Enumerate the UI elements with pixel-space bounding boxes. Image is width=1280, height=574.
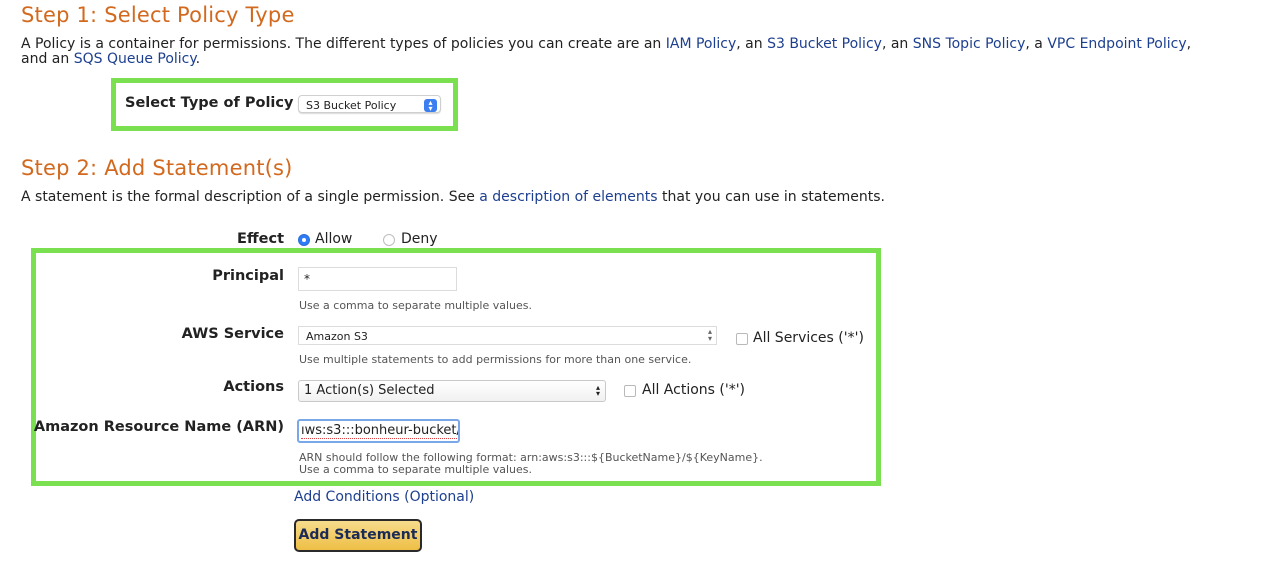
elements-description-link[interactable]: a description of elements	[479, 189, 657, 205]
aws-service-value: Amazon S3	[306, 330, 368, 343]
principal-input[interactable]: *	[298, 267, 457, 291]
sns-topic-policy-link[interactable]: SNS Topic Policy	[913, 36, 1026, 52]
aws-service-select[interactable]: Amazon S3 ▴ ▾	[298, 326, 717, 345]
step1-description: A Policy is a container for permissions.…	[21, 37, 1261, 67]
effect-deny-label[interactable]: Deny	[401, 231, 438, 247]
step2-desc-text: A statement is the formal description of…	[21, 189, 480, 205]
add-statement-button[interactable]: Add Statement	[294, 519, 422, 552]
step1-desc-text: , an	[736, 36, 768, 52]
s3-bucket-policy-link[interactable]: S3 Bucket Policy	[767, 36, 882, 52]
actions-label: Actions	[223, 379, 284, 395]
iam-policy-link[interactable]: IAM Policy	[666, 36, 737, 52]
vpc-endpoint-policy-link[interactable]: VPC Endpoint Policy	[1047, 36, 1186, 52]
arn-input[interactable]: ıws:s3:::bonheur-bucket/*	[297, 419, 460, 443]
step1-desc-text: A Policy is a container for permissions.…	[21, 36, 666, 52]
step1-title: Step 1: Select Policy Type	[21, 3, 295, 27]
step1-desc-text: , a	[1025, 36, 1048, 52]
all-services-label[interactable]: All Services ('*')	[753, 330, 864, 346]
effect-allow-radio[interactable]	[298, 234, 310, 246]
actions-select[interactable]: 1 Action(s) Selected ▴ ▾	[298, 380, 606, 402]
step2-description: A statement is the formal description of…	[21, 190, 885, 205]
arn-label: Amazon Resource Name (ARN)	[33, 419, 284, 435]
policy-type-select[interactable]: S3 Bucket Policy ▴ ▾	[298, 95, 441, 113]
step2-title: Step 2: Add Statement(s)	[21, 156, 293, 180]
actions-value: 1 Action(s) Selected	[304, 383, 435, 398]
effect-deny-radio[interactable]	[383, 234, 395, 246]
select-arrows-icon: ▴ ▾	[424, 99, 437, 113]
all-services-checkbox[interactable]	[736, 333, 748, 345]
arn-hint-line2: Use a comma to separate multiple values.	[299, 463, 533, 476]
select-arrows-icon: ▴ ▾	[595, 383, 600, 398]
select-arrows-icon: ▴ ▾	[707, 327, 712, 343]
aws-service-hint: Use multiple statements to add permissio…	[299, 353, 692, 366]
policy-type-value: S3 Bucket Policy	[306, 99, 397, 112]
add-conditions-link[interactable]: Add Conditions (Optional)	[294, 489, 474, 505]
policy-type-label: Select Type of Policy	[125, 95, 294, 111]
effect-allow-label[interactable]: Allow	[315, 231, 352, 247]
step1-desc-line2: and an SQS Queue Policy.	[21, 52, 1261, 67]
step1-desc-text: .	[195, 51, 201, 67]
principal-label: Principal	[212, 268, 284, 284]
step1-desc-line1: A Policy is a container for permissions.…	[21, 37, 1261, 52]
sqs-queue-policy-link[interactable]: SQS Queue Policy	[74, 51, 196, 67]
effect-label: Effect	[236, 231, 284, 247]
all-actions-label[interactable]: All Actions ('*')	[642, 382, 745, 398]
aws-service-label: AWS Service	[181, 326, 284, 342]
all-actions-checkbox[interactable]	[624, 385, 636, 397]
step1-desc-text: and an	[21, 51, 74, 67]
arn-input-value: ıws:s3:::bonheur-bucket/*	[301, 423, 458, 439]
step1-desc-text: , an	[881, 36, 913, 52]
step2-desc-text-after: that you can use in statements.	[657, 189, 885, 205]
principal-hint: Use a comma to separate multiple values.	[299, 299, 533, 312]
arn-hint: ARN should follow the following format: …	[299, 452, 763, 476]
step1-desc-text: ,	[1186, 36, 1192, 52]
